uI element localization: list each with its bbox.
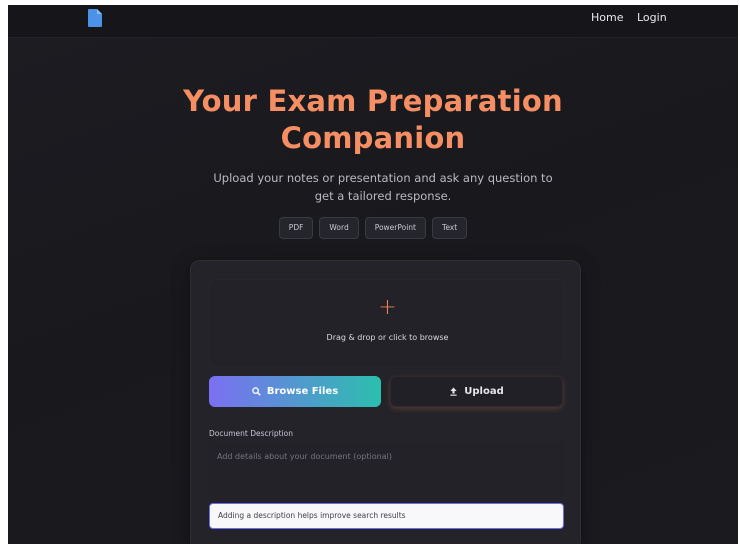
nav-login-link[interactable]: Login — [637, 11, 667, 24]
upload-label: Upload — [464, 386, 504, 397]
description-hint: Adding a description helps improve searc… — [209, 503, 564, 529]
page-title-line1: Your Exam Preparation — [183, 84, 563, 118]
upload-card: + Drag & drop or click to browse Browse … — [190, 260, 581, 544]
upload-button[interactable]: Upload — [390, 376, 563, 407]
navbar: Home Login — [8, 5, 738, 38]
plus-icon: + — [378, 295, 397, 320]
nav-home-link[interactable]: Home — [591, 11, 623, 24]
description-textarea[interactable] — [209, 442, 564, 497]
dropzone-text: Drag & drop or click to browse — [326, 333, 449, 342]
file-icon[interactable] — [88, 9, 102, 27]
browse-files-label: Browse Files — [266, 386, 339, 397]
page-title-line2: Companion — [280, 121, 466, 155]
format-badges: PDF Word PowerPoint Text — [8, 217, 738, 239]
format-badge-powerpoint: PowerPoint — [364, 217, 427, 239]
upload-icon — [450, 387, 457, 396]
file-dropzone[interactable]: + Drag & drop or click to browse — [209, 279, 564, 367]
search-icon — [252, 387, 261, 396]
page-subtitle: Upload your notes or presentation and as… — [213, 171, 553, 203]
browse-files-button[interactable]: Browse Files — [209, 376, 381, 407]
format-badge-pdf: PDF — [278, 217, 314, 239]
app-window: Home Login Your Exam Preparation Compani… — [8, 5, 738, 544]
description-label: Document Description — [209, 429, 293, 438]
page-title: Your Exam Preparation Companion — [8, 83, 738, 157]
format-badge-text: Text — [432, 217, 468, 239]
format-badge-word: Word — [319, 217, 359, 239]
